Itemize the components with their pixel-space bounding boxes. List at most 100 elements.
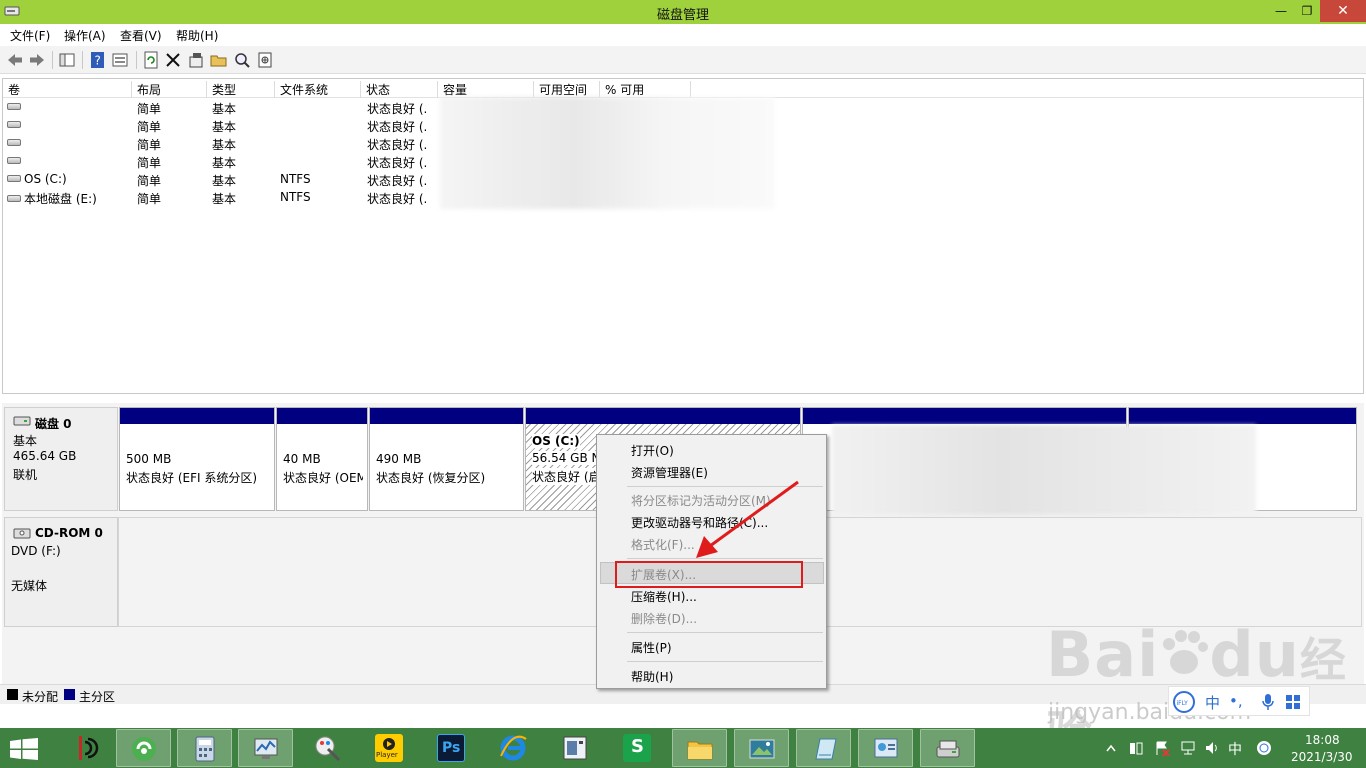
- delete-icon[interactable]: [164, 51, 182, 69]
- volume-name: [7, 118, 24, 132]
- menu-file[interactable]: 文件(F): [10, 27, 50, 44]
- back-icon[interactable]: [6, 51, 24, 69]
- partition-status: 状态良好 (OEM: [283, 471, 363, 485]
- disk-name: 磁盘 0: [35, 417, 72, 431]
- taskbar-photo-gallery[interactable]: [734, 729, 789, 767]
- spreadsheet-label: S: [631, 736, 644, 757]
- volume-status: 状态良好 (.: [367, 138, 428, 152]
- tray-ime-indicator[interactable]: 中: [1228, 739, 1242, 759]
- disk-0-header[interactable]: 磁盘 0 基本 465.64 GB 联机: [4, 407, 118, 511]
- windows-start-icon[interactable]: [10, 738, 38, 760]
- console-tree-icon[interactable]: [58, 51, 76, 69]
- taskbar-kingsoft-spreadsheet[interactable]: S: [610, 729, 665, 767]
- ime-punctuation[interactable]: •,: [1229, 692, 1243, 710]
- menu-action[interactable]: 操作(A): [64, 27, 106, 44]
- volume-list-header: 卷 布局 类型 文件系统 状态 容量 可用空间 % 可用: [3, 79, 1363, 98]
- maximize-button[interactable]: ❐: [1292, 0, 1322, 22]
- internet-explorer-icon: [500, 735, 527, 761]
- partition-bar: [526, 408, 800, 424]
- annotation-highlight-box: [615, 561, 803, 588]
- help-icon[interactable]: ?: [89, 51, 107, 69]
- audio-app-icon: [79, 736, 99, 760]
- properties-sheet-icon[interactable]: [187, 51, 205, 69]
- partition-bar: [277, 408, 367, 424]
- refresh-icon[interactable]: [142, 51, 160, 69]
- column-header-free-space[interactable]: 可用空间: [534, 81, 600, 98]
- taskbar-calculator[interactable]: [177, 729, 232, 767]
- volume-status: 状态良好 (.: [367, 156, 428, 170]
- drive-icon: [7, 175, 21, 182]
- volume-icon[interactable]: [1204, 740, 1220, 756]
- column-header-layout[interactable]: 布局: [132, 81, 207, 98]
- column-header-volume[interactable]: 卷: [3, 81, 132, 98]
- photoshop-label: Ps: [442, 740, 461, 756]
- disk-type: 基本: [13, 434, 38, 448]
- volume-type: 基本: [212, 120, 237, 134]
- column-header-filesystem[interactable]: 文件系统: [275, 81, 361, 98]
- taskbar-360-browser[interactable]: [116, 729, 171, 767]
- menu-help[interactable]: 帮助(H): [176, 27, 218, 44]
- menu-view[interactable]: 查看(V): [120, 27, 162, 44]
- volume-status: 状态良好 (.: [367, 192, 428, 206]
- taskbar-internet-explorer[interactable]: [486, 729, 541, 767]
- search-icon[interactable]: [233, 51, 251, 69]
- taskbar-image-viewer[interactable]: [548, 729, 603, 767]
- column-header-capacity[interactable]: 容量: [438, 81, 534, 98]
- ifly-tray-icon[interactable]: [1256, 740, 1272, 756]
- ime-mode[interactable]: 中: [1205, 692, 1220, 713]
- menu-item-properties[interactable]: 属性(P): [631, 639, 672, 656]
- rescan-icon[interactable]: [256, 51, 274, 69]
- taskbar-photoshop[interactable]: Ps: [424, 729, 479, 767]
- taskbar-video-player[interactable]: Player: [362, 729, 417, 767]
- tray-expand-icon[interactable]: [1106, 744, 1116, 752]
- menu-item-delete-volume: 删除卷(D)...: [631, 612, 698, 626]
- open-icon[interactable]: [210, 51, 228, 69]
- menu-item-shrink-volume[interactable]: 压缩卷(H)...: [631, 588, 697, 605]
- properties-icon[interactable]: [111, 51, 129, 69]
- image-viewer-icon: [563, 736, 587, 760]
- partition-recovery[interactable]: 490 MB 状态良好 (恢复分区): [369, 407, 524, 511]
- menu-item-help[interactable]: 帮助(H): [631, 668, 673, 685]
- network-icon[interactable]: [1180, 740, 1196, 756]
- cdrom-0-header[interactable]: CD-ROM 0 DVD (F:) 无媒体: [4, 517, 118, 627]
- partition-size: 40 MB: [283, 452, 321, 466]
- volume-name: [7, 154, 24, 168]
- ifly-logo-icon: iFLY: [1173, 691, 1195, 713]
- taskbar-control-panel[interactable]: [858, 729, 913, 767]
- volume-name: OS (C:): [7, 172, 67, 186]
- cdrom-name: CD-ROM 0: [35, 526, 103, 540]
- partition-efi[interactable]: 500 MB 状态良好 (EFI 系统分区): [119, 407, 275, 511]
- taskbar-disk-manager[interactable]: [920, 729, 975, 767]
- menu-separator: [627, 632, 823, 633]
- control-panel-icon: [874, 738, 898, 758]
- partition-oem[interactable]: 40 MB 状态良好 (OEM: [276, 407, 368, 511]
- column-header-status[interactable]: 状态: [361, 81, 438, 98]
- close-button[interactable]: ✕: [1320, 0, 1366, 22]
- taskbar-file-explorer[interactable]: [672, 729, 727, 767]
- ime-menu-icon[interactable]: [1285, 694, 1301, 710]
- action-center-flag-icon[interactable]: [1154, 740, 1170, 756]
- volume-name: 本地磁盘 (E:): [7, 190, 97, 207]
- microphone-icon[interactable]: [1261, 693, 1275, 711]
- taskbar-notes-app[interactable]: [796, 729, 851, 767]
- taskbar-system-monitor[interactable]: [238, 729, 293, 767]
- play-icon: [383, 738, 395, 750]
- taskbar: Player Ps S 中 18:08 2021/3/30: [0, 728, 1366, 768]
- ime-toolbar[interactable]: iFLY 中 •,: [1168, 686, 1310, 716]
- drive-icon: [7, 121, 21, 128]
- toolbar-separator: [82, 51, 83, 69]
- taskbar-paint-tool[interactable]: [300, 729, 355, 767]
- device-icon[interactable]: [1128, 740, 1144, 756]
- clock-date[interactable]: 2021/3/30: [1291, 750, 1353, 764]
- menu-item-open[interactable]: 打开(O): [631, 442, 674, 459]
- forward-icon[interactable]: [28, 51, 46, 69]
- taskbar-audio-app[interactable]: [58, 729, 113, 767]
- annotation-arrow: [696, 480, 799, 558]
- clock-time[interactable]: 18:08: [1305, 733, 1340, 747]
- menu-item-explorer[interactable]: 资源管理器(E): [631, 464, 708, 481]
- volume-layout: 简单: [137, 156, 162, 170]
- column-header-type[interactable]: 类型: [207, 81, 275, 98]
- column-header-percent-free[interactable]: % 可用: [600, 81, 691, 98]
- video-player-icon: Player: [375, 734, 403, 762]
- partition-size: 500 MB: [126, 452, 172, 466]
